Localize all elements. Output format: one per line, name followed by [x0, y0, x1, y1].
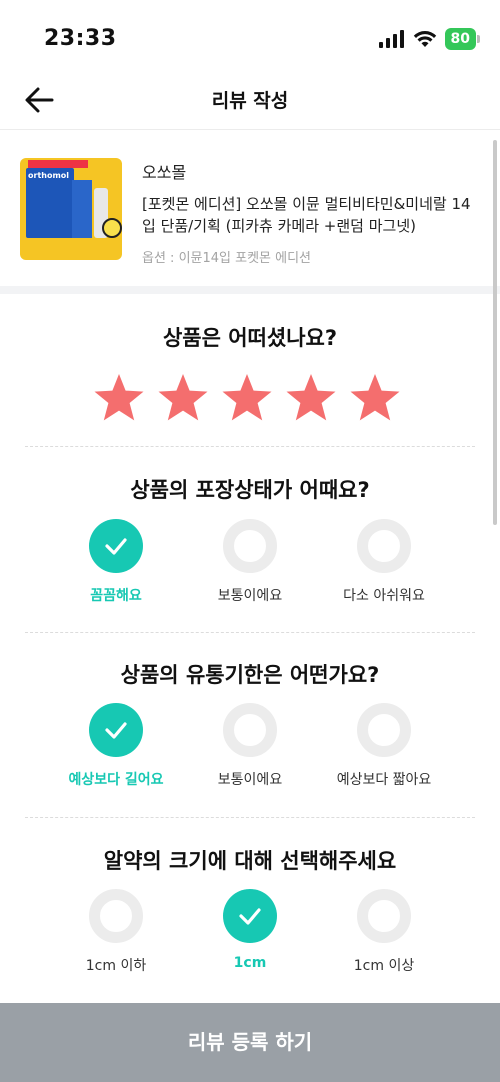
option-button[interactable]: 1cm 이하 [46, 889, 186, 975]
option-label: 1cm 이하 [85, 958, 147, 974]
unchecked-radio-icon [223, 519, 277, 573]
rating-question-section: 상품은 어떠셨나요? [0, 322, 500, 352]
option-label: 1cm [233, 955, 267, 971]
pill-size-question-section: 알약의 크기에 대해 선택해주세요 [0, 845, 500, 875]
unchecked-radio-icon [357, 703, 411, 757]
checked-radio-icon [89, 519, 143, 573]
star-rating[interactable] [92, 372, 402, 424]
expiry-question-section: 상품의 유통기한은 어떤가요? [0, 659, 500, 689]
unchecked-radio-icon [357, 889, 411, 943]
star-icon[interactable] [92, 372, 146, 424]
rating-question: 상품은 어떠셨나요? [162, 326, 338, 350]
option-label: 꼼꼼해요 [90, 588, 142, 604]
option-label: 예상보다 짧아요 [336, 772, 432, 788]
option-button[interactable]: 예상보다 길어요 [46, 703, 186, 789]
star-icon[interactable] [348, 372, 402, 424]
status-bar: 23:33 80 [0, 0, 500, 72]
submit-review-button[interactable]: 리뷰 등록 하기 [0, 1003, 500, 1082]
signal-icon [378, 30, 404, 48]
option-button[interactable]: 보통이에요 [180, 519, 320, 605]
option-button[interactable]: 1cm 이상 [314, 889, 454, 975]
battery-icon: 80 [444, 28, 481, 50]
packaging-question-section: 상품의 포장상태가 어때요? [0, 474, 500, 504]
option-label: 보통이에요 [217, 588, 283, 604]
unchecked-radio-icon [89, 889, 143, 943]
option-label: 다소 아쉬워요 [343, 588, 425, 604]
pill-size-question: 알약의 크기에 대해 선택해주세요 [103, 849, 397, 873]
checked-radio-icon [89, 703, 143, 757]
star-icon[interactable] [220, 372, 274, 424]
unchecked-radio-icon [357, 519, 411, 573]
product-thumbnail: orthomol [20, 158, 122, 260]
option-label: 예상보다 길어요 [68, 772, 164, 788]
option-button[interactable]: 꼼꼼해요 [46, 519, 186, 605]
section-divider [0, 286, 500, 294]
option-button[interactable]: 보통이에요 [180, 703, 320, 789]
checked-radio-icon [223, 889, 277, 943]
status-time: 23:33 [44, 26, 117, 51]
option-button[interactable]: 다소 아쉬워요 [314, 519, 454, 605]
star-icon[interactable] [284, 372, 338, 424]
option-label: 1cm 이상 [353, 958, 415, 974]
product-summary: orthomol 오쏘몰 [포켓몬 에디션] 오쏘몰 이뮨 멀티비타민&미네랄 … [0, 131, 500, 286]
dashed-divider [25, 446, 475, 447]
star-icon[interactable] [156, 372, 210, 424]
wifi-icon [413, 31, 436, 47]
status-icons: 80 [378, 28, 481, 50]
product-name: [포켓몬 에디션] 오쏘몰 이뮨 멀티비타민&미네랄 14입 단품/기획 (피카… [142, 195, 471, 235]
option-button[interactable]: 예상보다 짧아요 [314, 703, 454, 789]
unchecked-radio-icon [223, 703, 277, 757]
dashed-divider [25, 817, 475, 818]
page-title: 리뷰 작성 [211, 90, 289, 112]
expiry-question: 상품의 유통기한은 어떤가요? [120, 663, 380, 687]
header: 리뷰 작성 [0, 72, 500, 130]
dashed-divider [25, 632, 475, 633]
packaging-question: 상품의 포장상태가 어때요? [130, 478, 370, 502]
option-label: 보통이에요 [217, 772, 283, 788]
product-option: 옵션 : 이뮨14입 포켓몬 에디션 [142, 251, 312, 266]
option-button[interactable]: 1cm [180, 889, 320, 971]
product-brand: 오쏘몰 [142, 163, 187, 182]
